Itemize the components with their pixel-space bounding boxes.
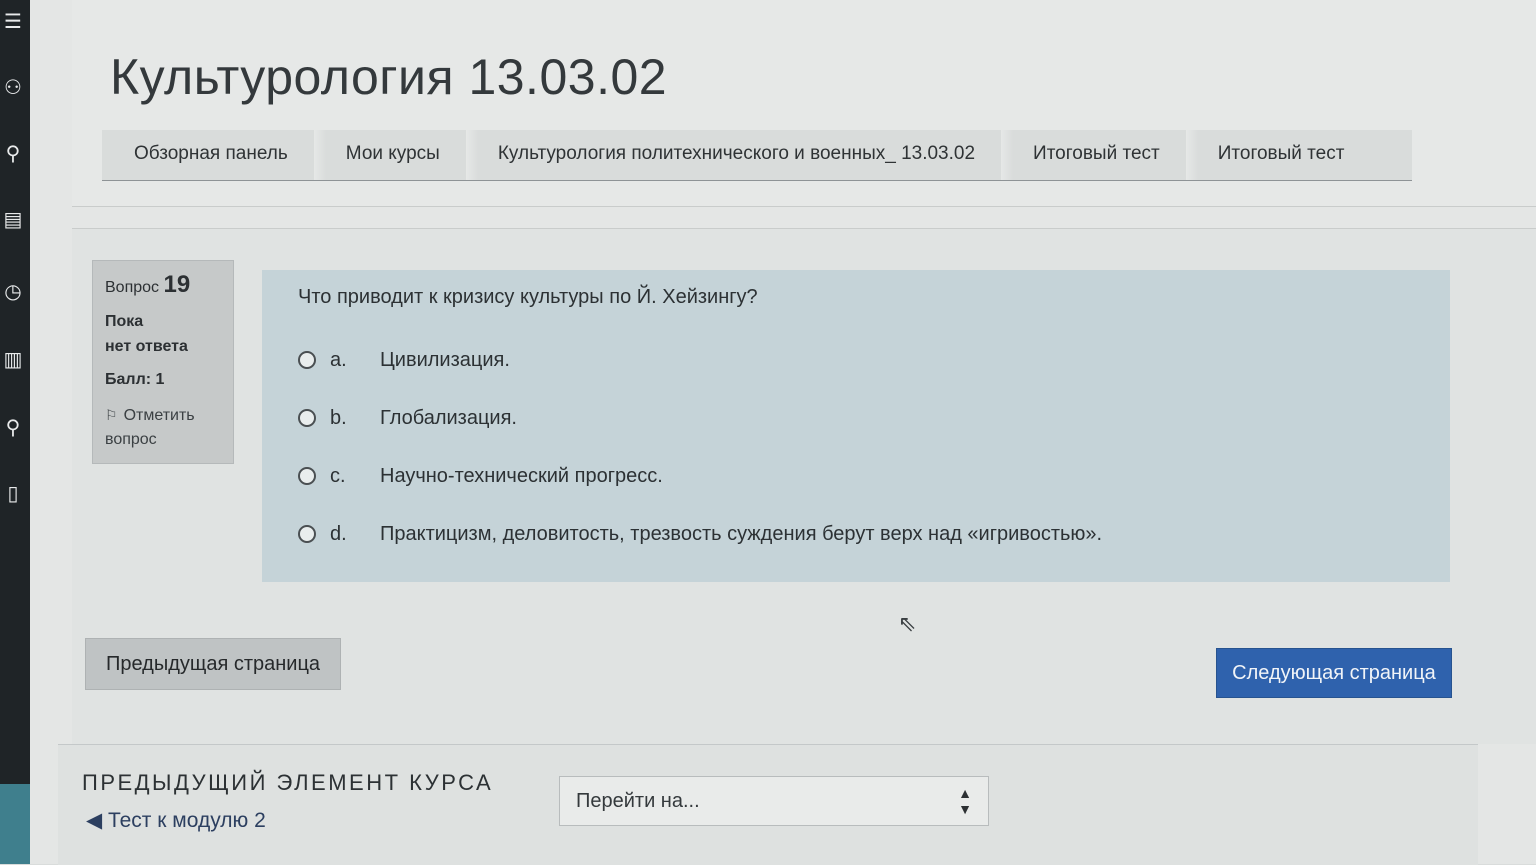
cursor-icon: ⇖ xyxy=(898,612,917,637)
breadcrumb-dashboard[interactable]: Обзорная панель xyxy=(102,130,314,180)
book-icon[interactable]: ▥ xyxy=(0,346,26,372)
answer-option-a[interactable]: a. Цивилизация. xyxy=(298,331,1414,389)
radio-a[interactable] xyxy=(298,351,316,369)
radio-d[interactable] xyxy=(298,525,316,543)
radio-b[interactable] xyxy=(298,409,316,427)
breadcrumb: Обзорная панель Мои курсы Культурология … xyxy=(102,130,1412,181)
left-sidebar: ☰ ⚇ ⚲ ▤ ◷ ▥ ⚲ ▯ xyxy=(0,0,30,864)
clock-icon[interactable]: ◷ xyxy=(0,278,26,304)
users-icon[interactable]: ⚇ xyxy=(0,74,26,100)
question-number-value: 19 xyxy=(163,271,191,298)
page-icon[interactable]: ▯ xyxy=(0,480,26,506)
jump-to-value: Перейти на... xyxy=(576,789,700,812)
question-status: Пока нет ответа xyxy=(105,309,221,359)
answer-letter-b: b. xyxy=(330,406,347,429)
answer-text-a: Цивилизация. xyxy=(380,348,510,371)
search-icon[interactable]: ⚲ xyxy=(0,140,26,166)
question-label: Вопрос xyxy=(105,279,160,296)
answer-option-d[interactable]: d. Практицизм, деловитость, трезвость су… xyxy=(298,505,1414,563)
flag-question-link[interactable]: ⚐ Отметить вопрос xyxy=(105,403,221,452)
person-icon[interactable]: ⚲ xyxy=(0,414,26,440)
menu-icon[interactable]: ☰ xyxy=(0,8,26,34)
question-grade: Балл: 1 xyxy=(105,371,165,388)
list-icon[interactable]: ▤ xyxy=(0,206,26,232)
question-number: Вопрос 19 xyxy=(105,271,221,299)
question-status-line1: Пока xyxy=(105,313,144,330)
answer-letter-a: a. xyxy=(330,348,347,371)
question-info: Вопрос 19 Пока нет ответа Балл: 1 ⚐ Отмет… xyxy=(92,260,234,464)
answer-option-b[interactable]: b. Глобализация. xyxy=(298,389,1414,447)
previous-activity-link[interactable]: ◀ Тест к модулю 2 xyxy=(86,808,266,833)
question-text: Что приводит к кризису культуры по Й. Хе… xyxy=(298,286,758,308)
flag-label-line1: Отметить xyxy=(123,407,195,424)
breadcrumb-my-courses[interactable]: Мои курсы xyxy=(313,130,466,180)
flag-label-line2: вопрос xyxy=(105,431,157,448)
page: Культурология 13.03.02 Обзорная панель М… xyxy=(30,0,1536,865)
question-formulation: Что приводит к кризису культуры по Й. Хе… xyxy=(262,270,1450,582)
answer-text-c: Научно-технический прогресс. xyxy=(380,464,663,487)
answer-text-d: Практицизм, деловитость, трезвость сужде… xyxy=(380,522,1103,545)
sidebar-accent xyxy=(0,784,30,864)
answer-text-b: Глобализация. xyxy=(380,406,517,429)
next-page-button[interactable]: Следующая страница xyxy=(1216,648,1452,698)
jump-to-select[interactable]: Перейти на... ▲ ▼ xyxy=(559,776,989,826)
answer-letter-c: c. xyxy=(330,464,346,487)
breadcrumb-final-test-section[interactable]: Итоговый тест xyxy=(1001,130,1186,180)
answer-option-c[interactable]: c. Научно-технический прогресс. xyxy=(298,447,1414,505)
question-status-line2: нет ответа xyxy=(105,338,188,355)
page-title: Культурология 13.03.02 xyxy=(110,49,668,105)
triangle-left-icon: ◀ xyxy=(86,809,108,832)
previous-activity-heading: ПРЕДЫДУЩИЙ ЭЛЕМЕНТ КУРСА xyxy=(82,770,494,795)
breadcrumb-final-test[interactable]: Итоговый тест xyxy=(1185,130,1371,180)
select-arrows-icon: ▲ ▼ xyxy=(958,785,972,817)
answer-letter-d: d. xyxy=(330,522,347,545)
breadcrumb-course[interactable]: Культурология политехнического и военных… xyxy=(465,130,1001,180)
flag-icon: ⚐ xyxy=(105,407,118,423)
previous-activity-label: Тест к модулю 2 xyxy=(107,809,266,832)
radio-c[interactable] xyxy=(298,467,316,485)
previous-page-button[interactable]: Предыдущая страница xyxy=(85,638,341,690)
